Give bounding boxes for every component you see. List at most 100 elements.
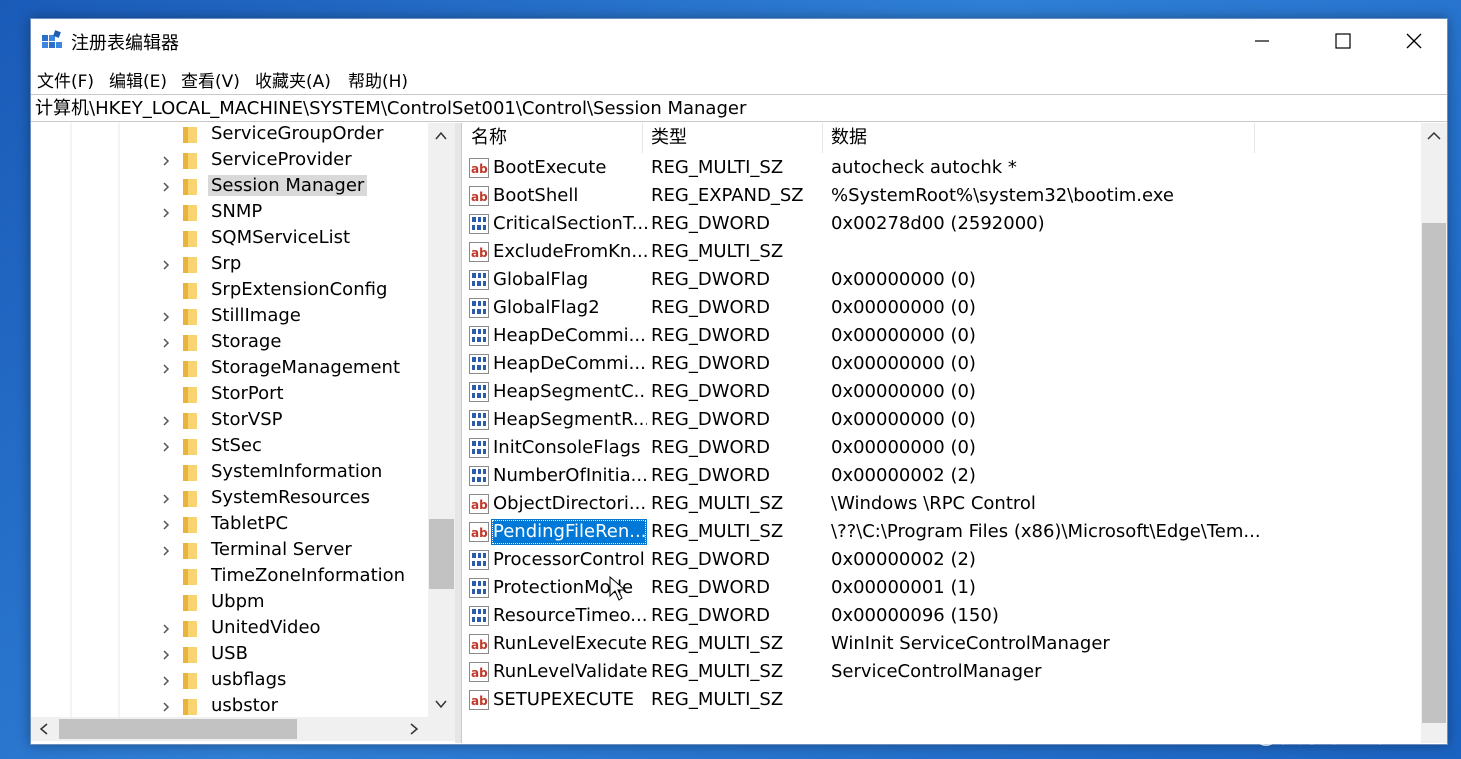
value-row[interactable]: ab RunLevelExecute REG_MULTI_SZ WinInit Ser… — [463, 630, 1421, 658]
value-row[interactable]: ProtectionMode REG_DWORD 0x00000001 (1) — [463, 574, 1421, 602]
values-list[interactable]: 名称 类型 数据 ab BootExecute REG_MULTI_SZ autoch… — [463, 123, 1421, 743]
folder-icon — [183, 439, 197, 455]
value-row[interactable]: ProcessorControl REG_DWORD 0x00000002 (2) — [463, 546, 1421, 574]
tree-item[interactable]: usbflags — [31, 668, 458, 694]
tree-horizontal-scrollbar[interactable] — [31, 717, 455, 741]
tree-item[interactable]: SystemResources — [31, 486, 458, 512]
value-name: CriticalSectionT... — [493, 213, 647, 234]
value-row[interactable]: ab BootShell REG_EXPAND_SZ %SystemRoot%\sys… — [463, 182, 1421, 210]
expand-chevron-icon[interactable] — [161, 623, 171, 635]
tree-item[interactable]: SQMServiceList — [31, 226, 458, 252]
value-name: BootExecute — [493, 157, 607, 178]
value-row[interactable]: ab SETUPEXECUTE REG_MULTI_SZ — [463, 686, 1421, 714]
tree-item[interactable]: USB — [31, 642, 458, 668]
value-row[interactable]: GlobalFlag2 REG_DWORD 0x00000000 (0) — [463, 294, 1421, 322]
value-row[interactable]: ab ExcludeFromKn... REG_MULTI_SZ — [463, 238, 1421, 266]
tree-item[interactable]: Srp — [31, 252, 458, 278]
value-data: 0x00000000 (0) — [831, 381, 976, 402]
menu-file[interactable]: 文件(F) — [37, 67, 94, 92]
tree-vertical-scrollbar[interactable] — [428, 123, 455, 717]
value-row[interactable]: ab PendingFileRen... REG_MULTI_SZ \??\C:\Pr… — [463, 518, 1421, 546]
folder-icon — [183, 621, 197, 637]
value-row[interactable]: ab BootExecute REG_MULTI_SZ autocheck autoc… — [463, 154, 1421, 182]
menu-favorites[interactable]: 收藏夹(A) — [255, 67, 331, 92]
tree-item[interactable]: Storage — [31, 330, 458, 356]
minimize-button[interactable] — [1227, 19, 1297, 63]
tree-item[interactable]: SNMP — [31, 200, 458, 226]
column-header-type[interactable]: 类型 — [643, 123, 823, 153]
binary-value-icon — [469, 410, 489, 430]
expand-chevron-icon[interactable] — [161, 701, 171, 713]
value-row[interactable]: HeapSegmentR... REG_DWORD 0x00000000 (0) — [463, 406, 1421, 434]
expand-chevron-icon[interactable] — [161, 675, 171, 687]
value-row[interactable]: HeapDeCommi... REG_DWORD 0x00000000 (0) — [463, 322, 1421, 350]
tree-item[interactable]: SystemInformation — [31, 460, 458, 486]
close-button[interactable] — [1379, 19, 1449, 63]
value-row[interactable]: ab ObjectDirectori... REG_MULTI_SZ \Windows… — [463, 490, 1421, 518]
title-bar[interactable]: 注册表编辑器 — [31, 19, 1447, 63]
value-row[interactable]: GlobalFlag REG_DWORD 0x00000000 (0) — [463, 266, 1421, 294]
key-tree[interactable]: ServiceGroupOrder ServiceProvider Session … — [31, 123, 458, 721]
close-icon — [1406, 33, 1422, 49]
expand-chevron-icon[interactable] — [161, 337, 171, 349]
svg-text:ab: ab — [471, 246, 488, 260]
expand-chevron-icon[interactable] — [161, 311, 171, 323]
value-name: ExcludeFromKn... — [493, 241, 647, 262]
folder-icon — [183, 335, 197, 351]
tree-item[interactable]: StorageManagement — [31, 356, 458, 382]
values-vertical-scrollbar[interactable] — [1421, 123, 1447, 743]
value-data: 0x00000096 (150) — [831, 605, 999, 626]
value-type: REG_DWORD — [651, 465, 771, 486]
expand-chevron-icon[interactable] — [161, 441, 171, 453]
value-name: HeapSegmentR... — [493, 409, 647, 430]
value-row[interactable]: HeapDeCommi... REG_DWORD 0x00000000 (0) — [463, 350, 1421, 378]
binary-value-icon — [469, 326, 489, 346]
tree-item[interactable]: StSec — [31, 434, 458, 460]
registry-editor-icon — [42, 30, 62, 48]
tree-item[interactable]: StorPort — [31, 382, 458, 408]
menu-edit[interactable]: 编辑(E) — [109, 67, 167, 92]
expand-chevron-icon[interactable] — [161, 207, 171, 219]
expand-chevron-icon[interactable] — [161, 259, 171, 271]
value-row[interactable]: InitConsoleFlags REG_DWORD 0x00000000 (0) — [463, 434, 1421, 462]
expand-chevron-icon[interactable] — [161, 519, 171, 531]
column-header-data[interactable]: 数据 — [823, 123, 1255, 153]
column-header-name[interactable]: 名称 — [463, 123, 643, 153]
value-row[interactable]: ab RunLevelValidate REG_MULTI_SZ ServiceCon… — [463, 658, 1421, 686]
tree-item[interactable]: TabletPC — [31, 512, 458, 538]
menu-view[interactable]: 查看(V) — [181, 67, 240, 92]
tree-item[interactable]: ServiceProvider — [31, 148, 458, 174]
address-bar[interactable]: 计算机\HKEY_LOCAL_MACHINE\SYSTEM\ControlSet… — [31, 94, 1447, 122]
expand-chevron-icon[interactable] — [161, 155, 171, 167]
expand-chevron-icon[interactable] — [161, 493, 171, 505]
value-name: RunLevelExecute — [493, 633, 647, 654]
expand-chevron-icon[interactable] — [161, 415, 171, 427]
tree-item-label: StorPort — [211, 383, 284, 404]
value-row[interactable]: NumberOfInitia... REG_DWORD 0x00000002 (2) — [463, 462, 1421, 490]
binary-value-icon — [469, 298, 489, 318]
tree-item[interactable]: TimeZoneInformation — [31, 564, 458, 590]
binary-value-icon — [469, 550, 489, 570]
tree-item[interactable]: Terminal Server — [31, 538, 458, 564]
expand-chevron-icon[interactable] — [161, 649, 171, 661]
tree-item[interactable]: Ubpm — [31, 590, 458, 616]
binary-value-icon — [469, 382, 489, 402]
value-name: RunLevelValidate — [493, 661, 647, 682]
tree-item[interactable]: ServiceGroupOrder — [31, 123, 458, 148]
tree-item[interactable]: StorVSP — [31, 408, 458, 434]
pane-splitter[interactable] — [455, 123, 462, 743]
value-type: REG_DWORD — [651, 269, 771, 290]
window-title: 注册表编辑器 — [71, 33, 179, 54]
expand-chevron-icon[interactable] — [161, 363, 171, 375]
tree-item[interactable]: StillImage — [31, 304, 458, 330]
expand-chevron-icon[interactable] — [161, 181, 171, 193]
expand-chevron-icon[interactable] — [161, 545, 171, 557]
value-row[interactable]: ResourceTimeo... REG_DWORD 0x00000096 (150… — [463, 602, 1421, 630]
tree-item[interactable]: SrpExtensionConfig — [31, 278, 458, 304]
maximize-button[interactable] — [1308, 19, 1378, 63]
tree-item[interactable]: UnitedVideo — [31, 616, 458, 642]
value-row[interactable]: HeapSegmentC... REG_DWORD 0x00000000 (0) — [463, 378, 1421, 406]
tree-item[interactable]: Session Manager — [31, 174, 458, 200]
value-row[interactable]: CriticalSectionT... REG_DWORD 0x00278d00 (… — [463, 210, 1421, 238]
menu-help[interactable]: 帮助(H) — [348, 67, 408, 92]
